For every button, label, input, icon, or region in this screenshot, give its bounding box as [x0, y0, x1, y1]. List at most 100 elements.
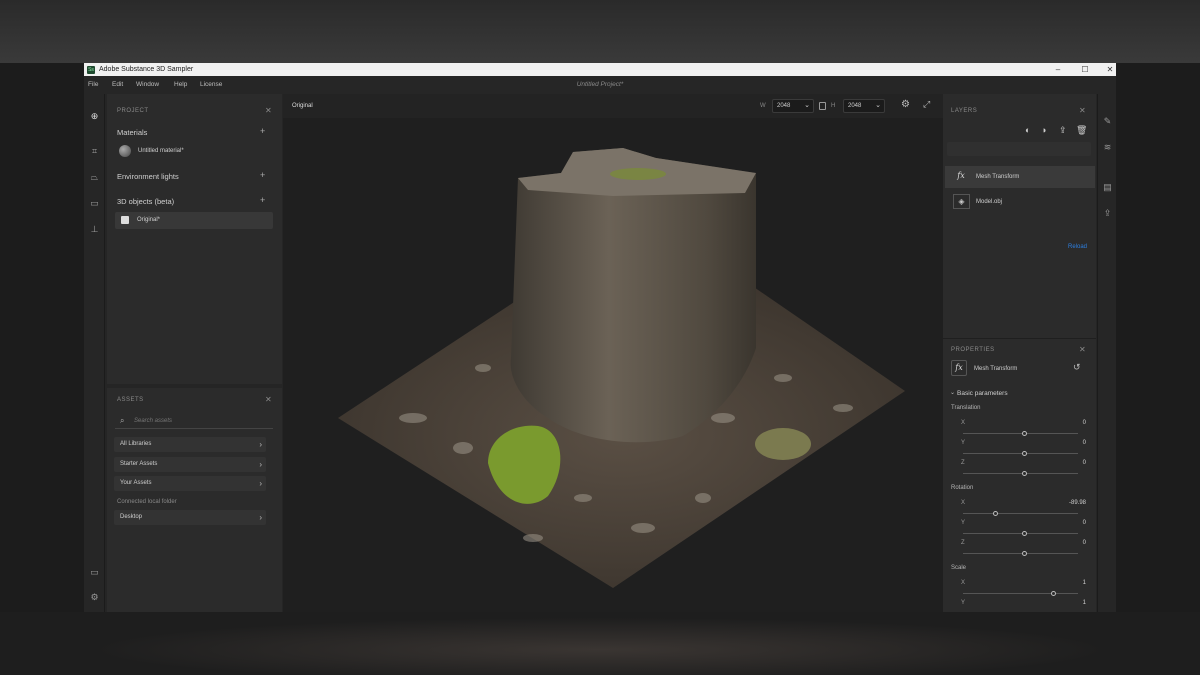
slider-knob[interactable] — [993, 511, 998, 516]
stamp-icon[interactable]: ⊥ — [89, 224, 100, 235]
desktop-folder-item[interactable]: Desktop › — [114, 510, 266, 525]
chevron-right-icon: › — [259, 479, 262, 488]
rotation-y-value[interactable]: 0 — [1056, 520, 1086, 526]
layers-header: LAYERS — [951, 108, 978, 114]
minimize-button[interactable]: – — [1046, 63, 1070, 76]
add-icon[interactable]: ⊕ — [89, 111, 100, 122]
mossy-rock — [755, 428, 811, 460]
frame-icon[interactable]: ▭ — [89, 198, 100, 209]
rotation-y-slider[interactable] — [963, 531, 1078, 536]
edit-icon[interactable]: ✎ — [1102, 116, 1113, 127]
scale-x-label: X — [961, 580, 966, 586]
your-assets-label: Your Assets — [120, 480, 152, 486]
cube-icon — [121, 216, 129, 224]
fullscreen-icon[interactable]: ⤢ — [923, 99, 930, 110]
delete-icon[interactable]: 🗑 — [1076, 125, 1087, 136]
asset-search[interactable]: ⌕ Search assets — [115, 414, 273, 429]
mask-icon[interactable]: ◐ — [1025, 125, 1030, 135]
layer-row-model[interactable]: ◈ Model.obj — [945, 191, 1095, 213]
your-assets-item[interactable]: Your Assets › — [114, 476, 266, 491]
env-lights-label: Environment lights — [117, 172, 179, 181]
scale-x-slider[interactable] — [963, 591, 1078, 596]
left-toolbar: ⊕ ⌗ ⏢ ▭ ⊥ ▭ ⚙ — [84, 94, 105, 612]
all-libraries-item[interactable]: All Libraries › — [114, 437, 266, 452]
layers-toggle-icon[interactable]: ≋ — [1102, 142, 1113, 153]
perspective-icon[interactable]: ⏢ — [89, 172, 100, 183]
close-assets-panel-icon[interactable]: ✕ — [265, 395, 272, 404]
slider-knob[interactable] — [1022, 551, 1027, 556]
rotation-x-slider[interactable] — [963, 511, 1078, 516]
search-input[interactable]: Search assets — [134, 418, 172, 424]
rotation-label: Rotation — [951, 485, 974, 491]
viewport[interactable]: Original W 2048 ⌄ H 2048 ⌄ ⚙ ⤢ — [283, 94, 943, 612]
connected-folder-label: Connected local folder — [117, 499, 177, 505]
height-value: 2048 — [848, 103, 862, 109]
scale-x-value[interactable]: 1 — [1056, 580, 1086, 586]
translation-y-slider[interactable] — [963, 451, 1078, 456]
rotation-x-value[interactable]: -89.98 — [1056, 500, 1086, 506]
translation-y-value[interactable]: 0 — [1056, 440, 1086, 446]
add-env-light-icon[interactable]: + — [260, 170, 265, 180]
chevron-down-icon[interactable]: ⌄ — [950, 389, 955, 396]
display-icon[interactable]: ▭ — [89, 567, 100, 578]
translation-z-label: Z — [961, 460, 965, 466]
rotation-z-slider[interactable] — [963, 551, 1078, 556]
menu-window[interactable]: Window — [136, 81, 159, 88]
translation-x-value[interactable]: 0 — [1056, 420, 1086, 426]
starter-assets-item[interactable]: Starter Assets › — [114, 457, 266, 472]
export-icon[interactable]: ⇪ — [1059, 125, 1067, 136]
project-panel: PROJECT ✕ Materials + Untitled material*… — [107, 94, 282, 384]
slider-knob[interactable] — [1022, 451, 1027, 456]
add-material-icon[interactable]: + — [260, 126, 265, 136]
app-window: Ss Adobe Substance 3D Sampler – ☐ ✕ Unti… — [84, 63, 1116, 612]
close-layers-panel-icon[interactable]: ✕ — [1079, 106, 1086, 115]
layer-row-mesh-transform[interactable]: fx Mesh Transform — [945, 166, 1095, 188]
close-project-panel-icon[interactable]: ✕ — [265, 106, 272, 115]
object-item: Original* — [137, 217, 161, 223]
translation-label: Translation — [951, 405, 981, 411]
height-label: H — [831, 103, 836, 109]
height-dropdown[interactable]: 2048 ⌄ — [843, 99, 885, 113]
crop-icon[interactable]: ⌗ — [89, 146, 100, 157]
chevron-right-icon: › — [259, 440, 262, 449]
chevron-right-icon: › — [259, 460, 262, 469]
add-object-icon[interactable]: + — [260, 195, 265, 205]
rotation-z-value[interactable]: 0 — [1056, 540, 1086, 546]
properties-title: Mesh Transform — [974, 366, 1018, 372]
close-properties-panel-icon[interactable]: ✕ — [1079, 345, 1086, 354]
fill-icon[interactable]: ◑ — [1041, 125, 1046, 135]
slider-knob[interactable] — [1051, 591, 1056, 596]
layer-filter-dropdown[interactable] — [947, 142, 1091, 156]
document-icon[interactable]: ▤ — [1102, 182, 1113, 193]
camera-settings-icon[interactable]: ⚙ — [901, 99, 910, 110]
menu-help[interactable]: Help — [174, 81, 187, 88]
translation-y-label: Y — [961, 440, 966, 446]
slider-knob[interactable] — [1022, 471, 1027, 476]
slider-knob[interactable] — [1022, 431, 1027, 436]
tree-stump-model — [338, 148, 905, 588]
share-icon[interactable]: ⇪ — [1102, 208, 1113, 219]
maximize-button[interactable]: ☐ — [1073, 63, 1097, 76]
properties-header: PROPERTIES — [951, 347, 995, 353]
menu-edit[interactable]: Edit — [112, 81, 123, 88]
lock-icon[interactable] — [819, 102, 826, 110]
object-item-row[interactable]: Original* — [115, 212, 273, 229]
menu-license[interactable]: License — [200, 81, 222, 88]
width-label: W — [760, 103, 766, 109]
basic-params-label[interactable]: Basic parameters — [957, 390, 1008, 397]
scale-y-value[interactable]: 1 — [1056, 600, 1086, 606]
chevron-down-icon: ⌄ — [875, 102, 881, 109]
panel-divider — [943, 338, 1096, 339]
settings-icon[interactable]: ⚙ — [89, 592, 100, 603]
reload-link[interactable]: Reload — [1068, 244, 1087, 250]
reset-icon[interactable]: ↺ — [1073, 362, 1081, 373]
translation-x-slider[interactable] — [963, 431, 1078, 436]
width-dropdown[interactable]: 2048 ⌄ — [772, 99, 814, 113]
slider-knob[interactable] — [1022, 531, 1027, 536]
translation-z-slider[interactable] — [963, 471, 1078, 476]
translation-z-value[interactable]: 0 — [1056, 460, 1086, 466]
menu-file[interactable]: File — [88, 81, 98, 88]
material-item[interactable]: Untitled material* — [138, 148, 184, 154]
close-button[interactable]: ✕ — [1098, 63, 1116, 76]
rotation-z-label: Z — [961, 540, 965, 546]
